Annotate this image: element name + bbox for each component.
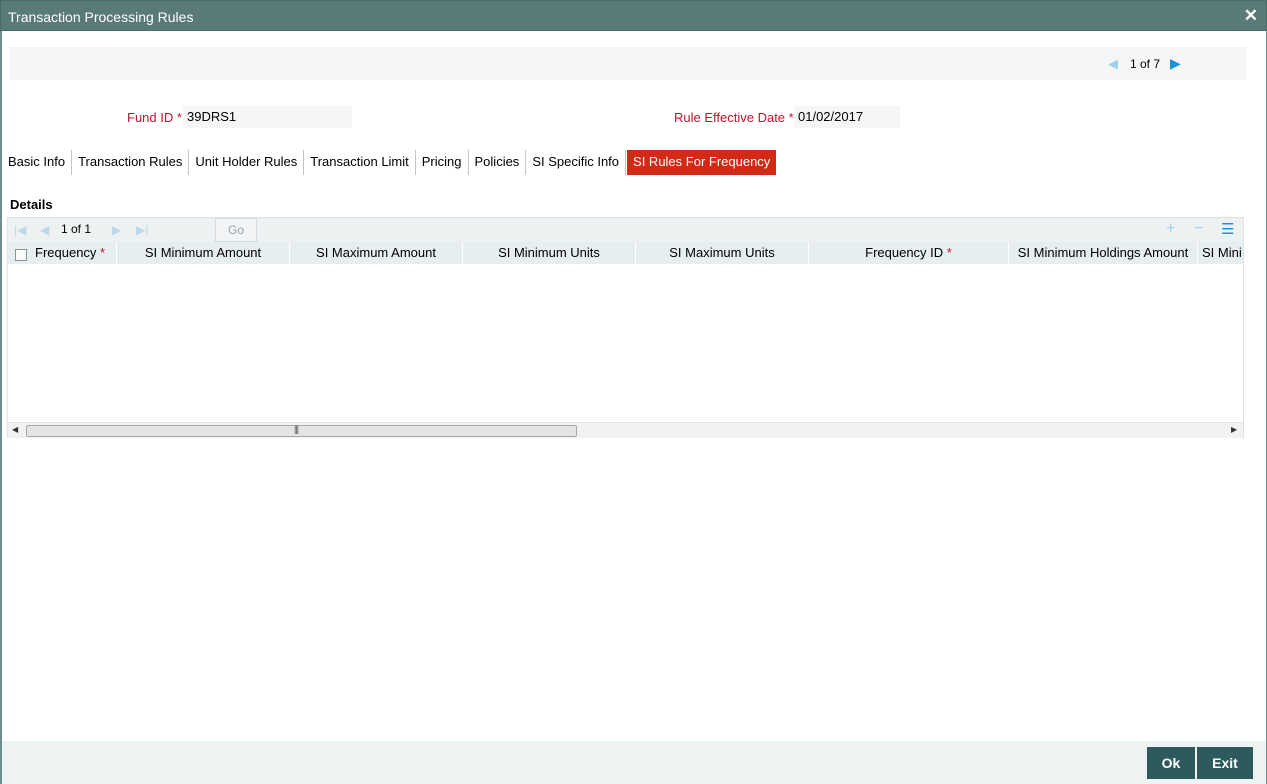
exit-button[interactable]: Exit [1197,747,1253,779]
previous-page-icon[interactable]: ◀ [40,223,49,237]
scroll-right-icon[interactable]: ▶ [1231,425,1237,434]
column-header-si-mini[interactable]: SI Mini [1198,242,1243,264]
go-button[interactable]: Go [215,218,257,242]
next-record-icon[interactable]: ▶ [1170,55,1181,72]
tab-bar: Basic Info Transaction Rules Unit Holder… [2,150,777,175]
column-label-frequency-id: Frequency ID [865,245,944,260]
tab-transaction-rules[interactable]: Transaction Rules [72,150,190,175]
tab-basic-info[interactable]: Basic Info [2,150,73,175]
grid-body [8,264,1243,422]
grid-header: Frequency * SI Minimum Amount SI Maximum… [8,242,1243,264]
last-page-icon[interactable]: ▶| [136,223,148,237]
first-page-icon[interactable]: |◀ [14,223,26,237]
window-title: Transaction Processing Rules [8,9,194,25]
footer-bar: Ok Exit [2,741,1266,784]
record-pager-text: 1 of 7 [1130,57,1161,71]
add-row-icon[interactable]: + [1166,220,1175,238]
required-marker: * [100,245,106,260]
grid-toolbar: |◀ ◀ 1 of 1 ▶ ▶| Go + − ☰ [8,218,1243,242]
tab-unit-holder-rules[interactable]: Unit Holder Rules [189,150,305,175]
tab-si-rules-for-frequency[interactable]: SI Rules For Frequency [627,150,777,175]
record-pager-bar: ◀ 1 of 7 ▶ [10,47,1246,80]
tab-transaction-limit[interactable]: Transaction Limit [304,150,416,175]
scrollbar-thumb[interactable]: ||| [26,424,577,437]
tab-pricing[interactable]: Pricing [416,150,469,175]
close-icon[interactable]: ✕ [1244,6,1258,26]
tab-policies[interactable]: Policies [469,150,527,175]
column-label-frequency: Frequency [35,245,97,260]
rule-effective-date-label: Rule Effective Date * [674,110,794,125]
delete-row-icon[interactable]: − [1194,220,1203,238]
column-header-si-minimum-units[interactable]: SI Minimum Units [463,242,636,264]
column-header-frequency-id[interactable]: Frequency ID * [809,242,1009,264]
column-header-si-maximum-amount[interactable]: SI Maximum Amount [290,242,463,264]
horizontal-scrollbar[interactable]: ◀ ||| ▶ [8,422,1243,438]
rule-effective-date-field[interactable]: 01/02/2017 [794,106,900,128]
next-page-icon[interactable]: ▶ [112,223,121,237]
column-header-si-minimum-holdings-amount[interactable]: SI Minimum Holdings Amount [1009,242,1198,264]
details-section-title: Details [10,197,53,212]
fund-id-label: Fund ID * [127,110,182,125]
window-frame-left [0,31,2,784]
select-all-checkbox[interactable] [15,249,27,261]
column-header-si-maximum-units[interactable]: SI Maximum Units [636,242,809,264]
required-marker: * [946,245,952,260]
grid-page-text: 1 of 1 [61,222,92,236]
window-titlebar: Transaction Processing Rules ✕ [0,0,1267,31]
previous-record-icon[interactable]: ◀ [1108,56,1118,72]
column-header-si-minimum-amount[interactable]: SI Minimum Amount [117,242,290,264]
scroll-left-icon[interactable]: ◀ [12,425,18,434]
ok-button[interactable]: Ok [1147,747,1195,779]
tab-si-specific-info[interactable]: SI Specific Info [526,150,627,175]
fund-id-field[interactable]: 39DRS1 [183,106,352,128]
view-list-icon[interactable]: ☰ [1221,220,1234,238]
column-header-frequency[interactable]: Frequency * [8,242,117,264]
scrollbar-grip-icon: ||| [294,424,299,434]
details-grid: |◀ ◀ 1 of 1 ▶ ▶| Go + − ☰ Frequency * SI… [7,217,1244,438]
